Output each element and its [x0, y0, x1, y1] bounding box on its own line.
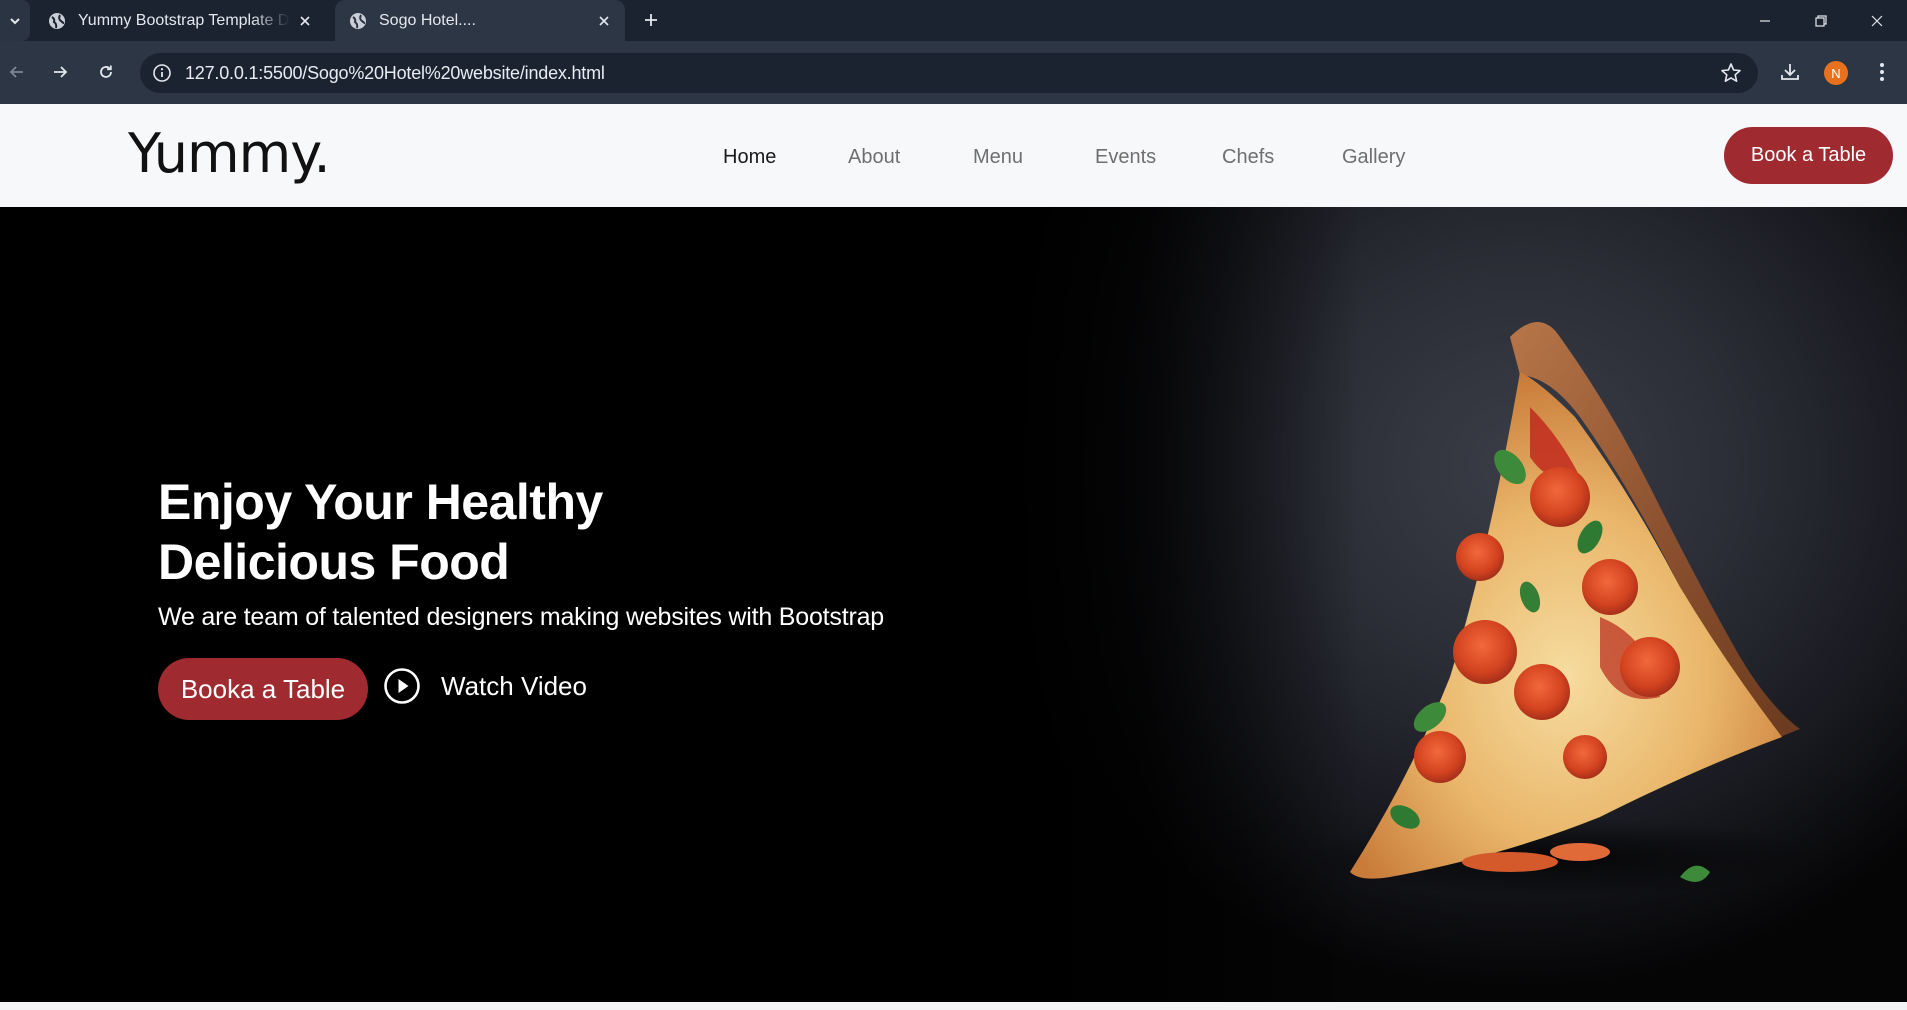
- kebab-menu-icon: [1880, 63, 1884, 81]
- close-window-button[interactable]: [1849, 0, 1905, 41]
- nav-link-events[interactable]: Events: [1095, 146, 1156, 169]
- page-bottom-edge: [0, 1002, 1907, 1010]
- globe-icon: [49, 12, 65, 29]
- book-table-button[interactable]: Book a Table: [1724, 127, 1893, 184]
- watch-video-label: Watch Video: [441, 670, 587, 701]
- restore-icon: [1815, 14, 1827, 27]
- star-icon: [1721, 63, 1741, 82]
- new-tab-button[interactable]: [636, 5, 666, 35]
- hero-subtitle: We are team of talented designers making…: [158, 603, 885, 631]
- browser-menu-button[interactable]: [1866, 56, 1898, 88]
- info-icon: [153, 64, 171, 82]
- nav-link-chefs[interactable]: Chefs: [1222, 146, 1274, 169]
- plus-icon: [645, 14, 657, 26]
- chevron-down-icon: [10, 17, 20, 24]
- minimize-icon: [1760, 19, 1770, 22]
- site-logo[interactable]: Yummy.: [128, 122, 331, 185]
- reload-icon: [100, 65, 112, 78]
- minimize-button[interactable]: [1737, 0, 1793, 41]
- nav-link-menu[interactable]: Menu: [973, 146, 1023, 169]
- download-icon: [1781, 64, 1799, 80]
- profile-avatar[interactable]: N: [1824, 61, 1848, 85]
- restore-button[interactable]: [1793, 0, 1849, 41]
- close-icon: [300, 15, 310, 26]
- hero-book-table-button[interactable]: Booka a Table: [158, 658, 368, 720]
- browser-toolbar: 127.0.0.1:5500/Sogo%20Hotel%20website/in…: [0, 41, 1907, 104]
- tab-search-button[interactable]: [0, 0, 30, 41]
- site-info-button[interactable]: [148, 59, 176, 87]
- hero-section: Enjoy Your Healthy Delicious Food We are…: [0, 207, 1907, 1002]
- address-bar[interactable]: 127.0.0.1:5500/Sogo%20Hotel%20website/in…: [140, 53, 1758, 93]
- site-header: Yummy. Home About Menu Events Chefs Gall…: [0, 104, 1907, 207]
- hero-title-line: Enjoy Your Healthy: [158, 474, 603, 530]
- pizza-slice-image: [1300, 322, 1820, 897]
- close-icon: [599, 15, 609, 26]
- play-icon: [384, 668, 420, 704]
- hero-title-line: Delicious Food: [158, 534, 510, 590]
- reload-button[interactable]: [90, 56, 122, 88]
- browser-tab-active[interactable]: Sogo Hotel....: [335, 0, 625, 41]
- tab-close-button[interactable]: [290, 6, 320, 36]
- bookmark-button[interactable]: [1718, 60, 1744, 86]
- nav-link-gallery[interactable]: Gallery: [1342, 146, 1405, 169]
- globe-icon: [350, 12, 366, 29]
- tab-title: Yummy Bootstrap Template Demo: [78, 11, 290, 29]
- browser-tabstrip: Yummy Bootstrap Template Demo Sogo Hotel…: [0, 0, 1907, 41]
- back-button[interactable]: [1, 56, 33, 88]
- nav-link-home[interactable]: Home: [723, 146, 776, 169]
- url-text: 127.0.0.1:5500/Sogo%20Hotel%20website/in…: [185, 63, 605, 83]
- downloads-button[interactable]: [1774, 56, 1806, 88]
- close-icon: [1871, 15, 1883, 26]
- hero-title: Enjoy Your Healthy Delicious Food: [158, 472, 603, 592]
- nav-link-about[interactable]: About: [848, 146, 900, 169]
- tab-close-button[interactable]: [589, 6, 619, 36]
- forward-button[interactable]: [44, 56, 76, 88]
- tab-title: Sogo Hotel....: [379, 11, 476, 29]
- watch-video-link[interactable]: Watch Video: [383, 666, 587, 706]
- browser-tab[interactable]: Yummy Bootstrap Template Demo: [34, 0, 326, 41]
- arrow-right-icon: [54, 66, 68, 78]
- arrow-left-icon: [9, 66, 23, 78]
